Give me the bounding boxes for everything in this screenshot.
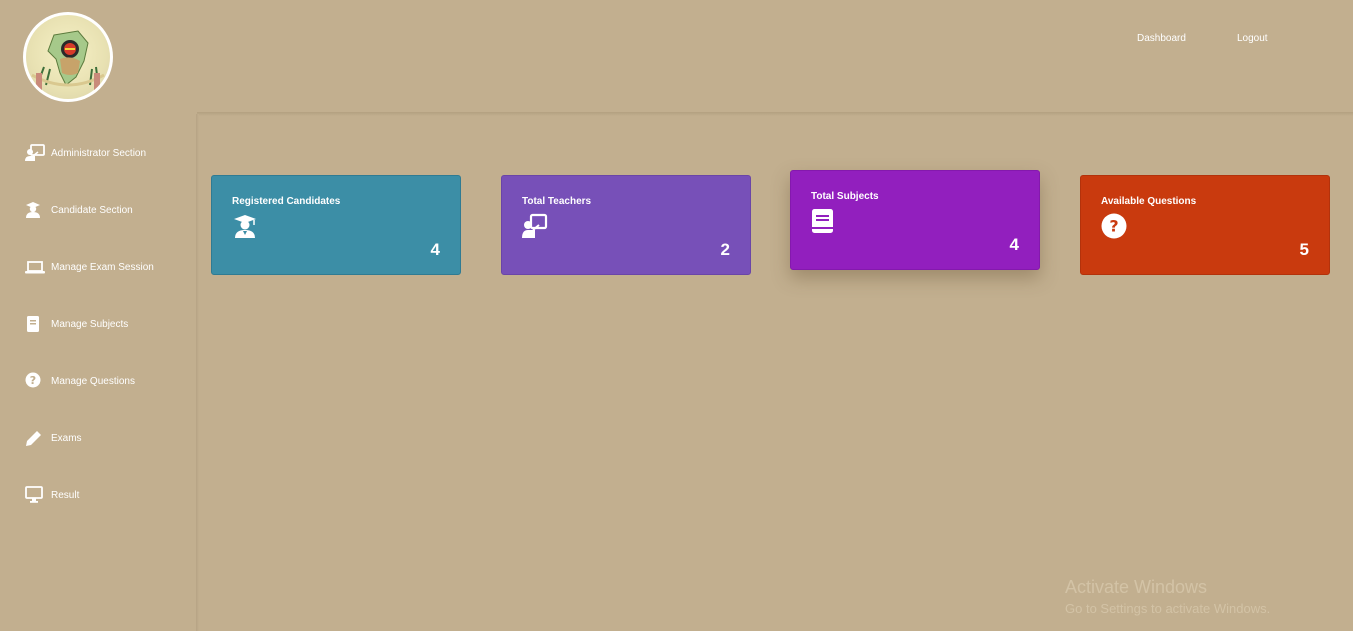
sidebar-item-label: Result [51,489,80,501]
sidebar-item-manage-questions[interactable]: ? Manage Questions [25,371,135,391]
teacher-board-icon [25,144,45,162]
sidebar-item-label: Candidate Section [51,204,133,216]
card-title: Total Teachers [522,196,592,207]
graduate-icon [25,201,45,219]
svg-text:?: ? [30,374,36,387]
sidebar-item-exams[interactable]: Exams [25,428,82,448]
book-icon [811,208,837,234]
card-count: 4 [1009,235,1019,254]
sidebar-item-manage-exam-session[interactable]: Manage Exam Session [25,257,154,277]
card-count: 2 [720,240,730,259]
watermark-subtitle: Go to Settings to activate Windows. [1065,601,1271,616]
sidebar-item-manage-subjects[interactable]: Manage Subjects [25,314,128,334]
graduate-icon [232,213,258,239]
nav-logout[interactable]: Logout [1237,33,1268,44]
header-divider [197,112,1353,116]
laptop-icon [25,258,45,276]
sidebar-item-label: Manage Questions [51,375,135,387]
card-available-questions[interactable]: Available Questions ? 5 [1080,175,1330,275]
sidebar-item-label: Manage Exam Session [51,261,154,273]
sidebar-item-result[interactable]: Result [25,485,79,505]
card-title: Available Questions [1101,196,1197,207]
card-total-teachers[interactable]: Total Teachers 2 [501,175,751,275]
top-header: Dashboard Logout [0,0,1353,114]
logo[interactable] [23,12,113,102]
sidebar-item-label: Administrator Section [51,147,147,159]
sidebar-item-candidate[interactable]: Candidate Section [25,200,133,220]
card-registered-candidates[interactable]: Registered Candidates 4 [211,175,461,275]
card-count: 4 [430,240,440,259]
card-title: Total Subjects [811,191,879,202]
card-count: 5 [1299,240,1309,259]
card-total-subjects[interactable]: Total Subjects 4 [790,170,1040,270]
svg-text:?: ? [1109,217,1118,236]
question-circle-icon: ? [25,372,45,390]
pencil-icon [25,429,45,447]
windows-activation-watermark: Activate Windows Go to Settings to activ… [1065,577,1270,616]
sidebar-item-administrator[interactable]: Administrator Section [25,143,146,163]
sidebar-item-label: Manage Subjects [51,318,129,330]
watermark-title: Activate Windows [1065,577,1208,597]
logo-emblem [26,15,110,99]
nav-dashboard[interactable]: Dashboard [1137,33,1186,44]
book-icon [25,315,45,333]
card-title: Registered Candidates [232,196,341,207]
sidebar-item-label: Exams [51,432,82,444]
question-circle-icon: ? [1101,213,1127,239]
monitor-icon [25,486,45,504]
sidebar-divider [196,114,199,631]
teacher-board-icon [522,213,548,239]
